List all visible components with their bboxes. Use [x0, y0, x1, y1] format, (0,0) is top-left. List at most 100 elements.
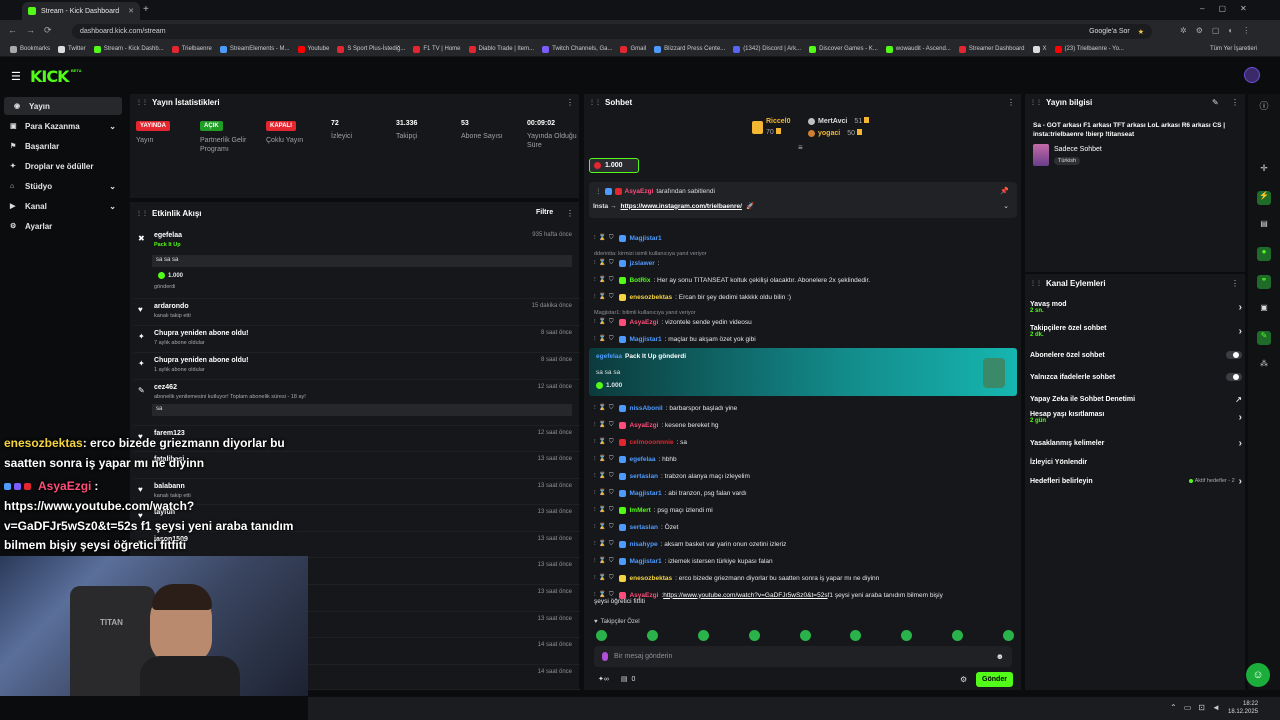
chat-username[interactable]: nisahype	[629, 541, 657, 548]
bookmark-item[interactable]: StreamElements - M...	[219, 45, 290, 53]
channel-action-control[interactable]: ›	[1239, 438, 1242, 449]
external-link-icon[interactable]: ↗	[1235, 395, 1242, 404]
bookmark-item[interactable]: Twitter	[58, 45, 86, 53]
bookmark-item[interactable]: Bookmarks	[10, 45, 50, 53]
chat-username[interactable]: AsyaEzgi	[629, 319, 658, 326]
close-tab-icon[interactable]: ✕	[128, 7, 134, 15]
moderation-icons[interactable]: ⫶⌛⛉	[594, 234, 616, 242]
toggle-switch[interactable]	[1226, 373, 1242, 381]
leader-entry[interactable]: yogaci 50	[808, 129, 862, 137]
bookmark-item[interactable]: (1342) Discord | Ark...	[733, 45, 801, 53]
chat-username[interactable]: AsyaEzgi	[629, 422, 658, 429]
channel-action-control[interactable]: ›	[1239, 302, 1242, 313]
chat-message[interactable]: ⫶⌛⛉ sertaslan: trabzon alanya maçı izleye…	[594, 469, 1014, 483]
bookmark-item[interactable]: Blizzard Press Cente...	[654, 45, 725, 53]
bookmark-item[interactable]: S Sport Plus-İstediğ...	[337, 45, 405, 53]
pinned-user[interactable]: AsyaEzgi	[625, 188, 654, 195]
chat-username[interactable]: jzslawer	[629, 260, 654, 267]
stream-info-menu-icon[interactable]: ⋮	[1231, 98, 1239, 107]
drag-handle-icon[interactable]: ⋮⋮	[136, 99, 148, 106]
feed-item[interactable]: ✦ Chupra yeniden abone oldu! 7 aylık abone…	[134, 326, 580, 353]
moderation-icons[interactable]: ⫶⌛⛉	[594, 506, 616, 514]
chevron-right-icon[interactable]: ›	[1239, 326, 1242, 337]
channel-action-control[interactable]	[1226, 351, 1242, 359]
chat-input[interactable]: Bir mesaj gönderin ☻	[594, 646, 1012, 667]
chat-message[interactable]: ⫶⌛⛉ celmooonnnie: sa	[594, 435, 1014, 449]
moderation-icons[interactable]: ⫶⌛⛉	[594, 574, 616, 582]
feed-item[interactable]: ♥ ardarondo kanalı takip etti 15 dakika önc…	[134, 299, 580, 326]
moderation-icons[interactable]: ⫶⌛⛉	[594, 404, 616, 412]
chat-username[interactable]: nissAbonil	[629, 405, 662, 412]
tray-icons[interactable]: ⌃▭⊡◄	[1170, 703, 1227, 712]
channel-action-control[interactable]	[1226, 373, 1242, 381]
channel-action-row[interactable]: Yavaş mod 2 sn. ›	[1030, 298, 1242, 316]
channel-action-row[interactable]: Yapay Zeka ile Sohbet Denetimi ↗	[1030, 390, 1242, 408]
moderation-icons[interactable]: ⫶⌛⛉	[594, 438, 616, 446]
new-tab-icon[interactable]: +	[143, 4, 149, 15]
pinned-message[interactable]: ⋮ AsyaEzgi tarafından sabitlendi Insta →…	[589, 182, 1017, 218]
chat-username[interactable]: egefelaa	[629, 456, 655, 463]
sidebar-item-6[interactable]: ▶ Kanal ⌄	[0, 197, 126, 215]
moderation-icons[interactable]: ⫶⌛⛉	[594, 540, 616, 548]
moderation-icons[interactable]: ⫶⌛⛉	[594, 557, 616, 565]
goal-pill[interactable]: 1.000	[589, 158, 639, 173]
chat-username[interactable]: celmooonnnie	[629, 439, 673, 446]
feed-item[interactable]: ♥ jason1509 13 saat önce	[134, 532, 580, 558]
bookmark-item[interactable]: Twitch Channels, Ga...	[542, 45, 612, 53]
chat-username[interactable]: sertaslan	[629, 524, 658, 531]
all-bookmarks[interactable]: Tüm Yer İşaretleri	[1210, 46, 1257, 52]
bookmark-star-icon[interactable]: ★	[1138, 28, 1144, 36]
google-lens-button[interactable]: Google'a Sor	[1089, 28, 1130, 35]
chat-message[interactable]: ⫶⌛⛉ Magjistar1: abi tranzon, psg falan va…	[594, 486, 1014, 500]
info-icon[interactable]: ⓘ	[1257, 99, 1271, 113]
unpin-icon[interactable]: 📌	[1000, 187, 1009, 195]
channel-action-row[interactable]: Yasaklanmış kelimeler ›	[1030, 434, 1242, 452]
sidebar-item-4[interactable]: ✦ Droplar ve ödüller	[0, 157, 126, 175]
chat-message[interactable]: ⫶⌛⛉ ImMert: psg maçı izlendi mi	[594, 503, 1014, 517]
chat-message[interactable]: ⫶⌛⛉ BotRix: Her ay sonu TITANSEAT koltuk …	[594, 273, 1014, 287]
feed-menu-icon[interactable]: ⋮	[566, 209, 574, 218]
nav-arrows-icon[interactable]: ←→⟳	[8, 25, 61, 36]
chat-username[interactable]: Magjistar1	[629, 235, 661, 242]
emote-icon[interactable]	[952, 630, 964, 641]
expand-chevron-icon[interactable]: ⌄	[1003, 202, 1009, 210]
chevron-right-icon[interactable]: ›	[1239, 302, 1242, 313]
browser-tab[interactable]: Stream - Kick Dashboard ✕	[22, 2, 140, 20]
layout-icon[interactable]: ▣	[1257, 303, 1271, 317]
chat-menu-icon[interactable]: ⋮	[1007, 98, 1015, 107]
chat-username[interactable]: Magjistar1	[629, 336, 661, 343]
moderation-icons[interactable]: ⫶⌛⛉	[594, 276, 616, 284]
chat-message[interactable]: ⫶⌛⛉ Magjistar1: maçlar bu akşam özet yok …	[594, 332, 1014, 346]
leader-entry[interactable]: Riccel0 70	[766, 118, 791, 136]
bookmark-item[interactable]: Discover Games - K...	[809, 45, 878, 53]
bookmark-item[interactable]: (23) Trielbaenre - Yo...	[1054, 45, 1124, 53]
drag-handle-icon[interactable]: ⋮⋮	[1030, 280, 1042, 287]
bookmark-item[interactable]: wowaudit - Ascend...	[885, 45, 951, 53]
moderation-icons[interactable]: ⫶⌛⛉	[594, 472, 616, 480]
moderation-icons[interactable]: ⫶⌛⛉	[594, 293, 616, 301]
chat-username[interactable]: ImMert	[629, 507, 650, 514]
drag-handle-icon[interactable]: ⋮⋮	[1030, 99, 1042, 106]
chat-message[interactable]: ⫶⌛⛉ Magjistar1: izlemek istersen türkiye …	[594, 554, 1014, 568]
moderation-icons[interactable]: ⫶⌛⛉	[594, 318, 616, 326]
emote-icon[interactable]	[646, 630, 658, 641]
emote-icon[interactable]	[596, 630, 607, 641]
category-name[interactable]: Sadece Sohbet	[1054, 146, 1102, 153]
bookmark-item[interactable]: Diablo Trade | Item...	[468, 45, 534, 53]
channel-action-row[interactable]: İzleyici Yönlendir	[1030, 453, 1242, 471]
bookmark-item[interactable]: Youtube	[297, 45, 329, 53]
moderation-icons[interactable]: ⫶⌛⛉	[594, 335, 616, 343]
chat-username[interactable]: Magjistar1	[629, 558, 661, 565]
emoji-picker-icon[interactable]: ☻	[996, 652, 1004, 661]
emote-icon[interactable]	[748, 630, 760, 641]
chevron-right-icon[interactable]: ›	[1239, 438, 1242, 449]
leader-entry[interactable]: MertAvci 51	[808, 117, 870, 125]
edit-pencil-icon[interactable]: ✎	[1212, 98, 1219, 107]
address-bar[interactable]: dashboard.kick.com/stream Google'a Sor ★	[72, 24, 1152, 39]
channel-actions-menu-icon[interactable]: ⋮	[1231, 279, 1239, 288]
chat-message[interactable]: ⫶⌛⛉ AsyaEzgi: kesene bereket hg	[594, 418, 1014, 432]
chat-message[interactable]: ⫶⌛⛉ nissAbonil: barbarspor başladı yine	[594, 401, 1014, 415]
moderation-icons[interactable]: ⫶⌛⛉	[594, 259, 616, 267]
leaderboard-toggle-icon[interactable]: ≡	[798, 143, 803, 152]
chat-username[interactable]: Magjistar1	[629, 490, 661, 497]
